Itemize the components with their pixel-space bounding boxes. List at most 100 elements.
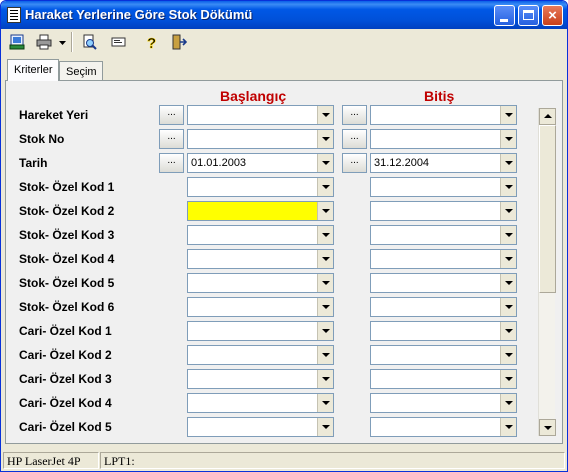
chevron-down-icon[interactable] <box>500 154 516 172</box>
start-value-combo[interactable] <box>187 201 334 221</box>
chevron-down-icon[interactable] <box>500 202 516 220</box>
chevron-down-icon[interactable] <box>317 154 333 172</box>
chevron-down-icon[interactable] <box>317 274 333 292</box>
chevron-down-icon[interactable] <box>317 370 333 388</box>
chevron-down-icon[interactable] <box>500 298 516 316</box>
end-value-combo[interactable] <box>370 369 517 389</box>
start-value-combo[interactable] <box>187 105 334 125</box>
start-value-combo[interactable] <box>187 249 334 269</box>
chevron-down-icon[interactable] <box>500 274 516 292</box>
row-label: Hareket Yeri <box>19 108 89 122</box>
chevron-down-icon[interactable] <box>500 418 516 436</box>
start-value-combo[interactable] <box>187 273 334 293</box>
start-lookup-button[interactable]: ... <box>159 153 184 173</box>
chevron-down-icon[interactable] <box>317 394 333 412</box>
print-icon <box>36 34 52 50</box>
chevron-down-icon[interactable] <box>317 178 333 196</box>
chevron-down-icon[interactable] <box>317 202 333 220</box>
start-value-combo[interactable] <box>187 369 334 389</box>
chevron-down-icon[interactable] <box>317 418 333 436</box>
scroll-thumb[interactable] <box>539 125 556 293</box>
chevron-down-icon[interactable] <box>317 106 333 124</box>
chevron-down-icon[interactable] <box>500 106 516 124</box>
criteria-panel: Başlangıç Bitiş Hareket Yeri...... Stok N… <box>5 80 563 444</box>
end-value-combo[interactable] <box>370 177 517 197</box>
chevron-down-icon[interactable] <box>500 226 516 244</box>
row-label: Stok- Özel Kod 1 <box>19 180 115 194</box>
copy-icon <box>111 37 126 47</box>
row-label: Cari- Özel Kod 1 <box>19 324 112 338</box>
title-bar[interactable]: Haraket Yerlerine Göre Stok Dökümü × <box>1 1 567 29</box>
chevron-down-icon[interactable] <box>317 298 333 316</box>
maximize-button[interactable] <box>518 5 539 26</box>
chevron-down-icon[interactable] <box>500 250 516 268</box>
start-value-text: 01.01.2003 <box>191 157 247 169</box>
port-status: LPT1: <box>100 452 565 469</box>
end-value-combo[interactable] <box>370 393 517 413</box>
window-title: Haraket Yerlerine Göre Stok Dökümü <box>25 7 253 22</box>
row-label: Stok- Özel Kod 6 <box>19 300 115 314</box>
end-value-combo[interactable] <box>370 417 517 437</box>
end-value-combo[interactable] <box>370 225 517 245</box>
start-value-combo[interactable] <box>187 345 334 365</box>
start-column-header: Başlangıç <box>220 88 287 104</box>
end-lookup-button[interactable]: ... <box>342 105 367 125</box>
close-button[interactable]: × <box>542 5 563 26</box>
preview-button[interactable] <box>77 31 100 53</box>
start-value-combo[interactable] <box>187 129 334 149</box>
vertical-scrollbar[interactable] <box>538 108 556 436</box>
chevron-down-icon[interactable] <box>317 346 333 364</box>
row-label: Stok- Özel Kod 2 <box>19 204 115 218</box>
chevron-down-icon[interactable] <box>500 322 516 340</box>
start-value-combo[interactable] <box>187 297 334 317</box>
row-label: Cari- Özel Kod 2 <box>19 348 112 362</box>
tab-secim[interactable]: Seçim <box>59 61 103 81</box>
start-lookup-button[interactable]: ... <box>159 129 184 149</box>
start-value-combo[interactable] <box>187 417 334 437</box>
end-value-combo[interactable] <box>370 201 517 221</box>
end-value-combo[interactable] <box>370 297 517 317</box>
print-button[interactable] <box>31 31 69 53</box>
end-value-combo[interactable]: 31.12.2004 <box>370 153 517 173</box>
toolbar: ? <box>3 30 565 56</box>
copy-button[interactable] <box>107 31 130 53</box>
start-value-combo[interactable] <box>187 177 334 197</box>
exit-button[interactable] <box>167 31 190 53</box>
end-value-combo[interactable] <box>370 105 517 125</box>
end-lookup-button[interactable]: ... <box>342 153 367 173</box>
preview-icon <box>83 34 97 50</box>
chevron-down-icon[interactable] <box>500 178 516 196</box>
chevron-down-icon[interactable] <box>500 394 516 412</box>
chevron-down-icon[interactable] <box>500 370 516 388</box>
app-icon[interactable] <box>7 7 21 23</box>
help-button[interactable]: ? <box>139 31 162 53</box>
start-value-combo[interactable]: 01.01.2003 <box>187 153 334 173</box>
end-lookup-button[interactable]: ... <box>342 129 367 149</box>
svg-text:?: ? <box>147 35 156 50</box>
chevron-down-icon[interactable] <box>317 322 333 340</box>
end-value-combo[interactable] <box>370 273 517 293</box>
end-value-combo[interactable] <box>370 321 517 341</box>
chevron-down-icon[interactable] <box>500 130 516 148</box>
tab-kriterler[interactable]: Kriterler <box>7 59 59 81</box>
scroll-down-button[interactable] <box>539 419 556 436</box>
chevron-down-icon[interactable] <box>317 226 333 244</box>
row-label: Stok- Özel Kod 5 <box>19 276 115 290</box>
help-icon: ? <box>147 35 157 50</box>
end-value-combo[interactable] <box>370 345 517 365</box>
chevron-down-icon[interactable] <box>317 250 333 268</box>
scroll-up-button[interactable] <box>539 108 556 125</box>
end-value-combo[interactable] <box>370 249 517 269</box>
chevron-down-icon[interactable] <box>59 41 66 45</box>
printer-status: HP LaserJet 4P <box>3 452 99 469</box>
export-button[interactable] <box>5 31 28 53</box>
start-lookup-button[interactable]: ... <box>159 105 184 125</box>
chevron-down-icon[interactable] <box>500 346 516 364</box>
start-value-combo[interactable] <box>187 321 334 341</box>
start-value-combo[interactable] <box>187 393 334 413</box>
end-value-combo[interactable] <box>370 129 517 149</box>
main-window: Haraket Yerlerine Göre Stok Dökümü × ? K… <box>0 0 568 472</box>
chevron-down-icon[interactable] <box>317 130 333 148</box>
start-value-combo[interactable] <box>187 225 334 245</box>
minimize-button[interactable] <box>494 5 515 26</box>
